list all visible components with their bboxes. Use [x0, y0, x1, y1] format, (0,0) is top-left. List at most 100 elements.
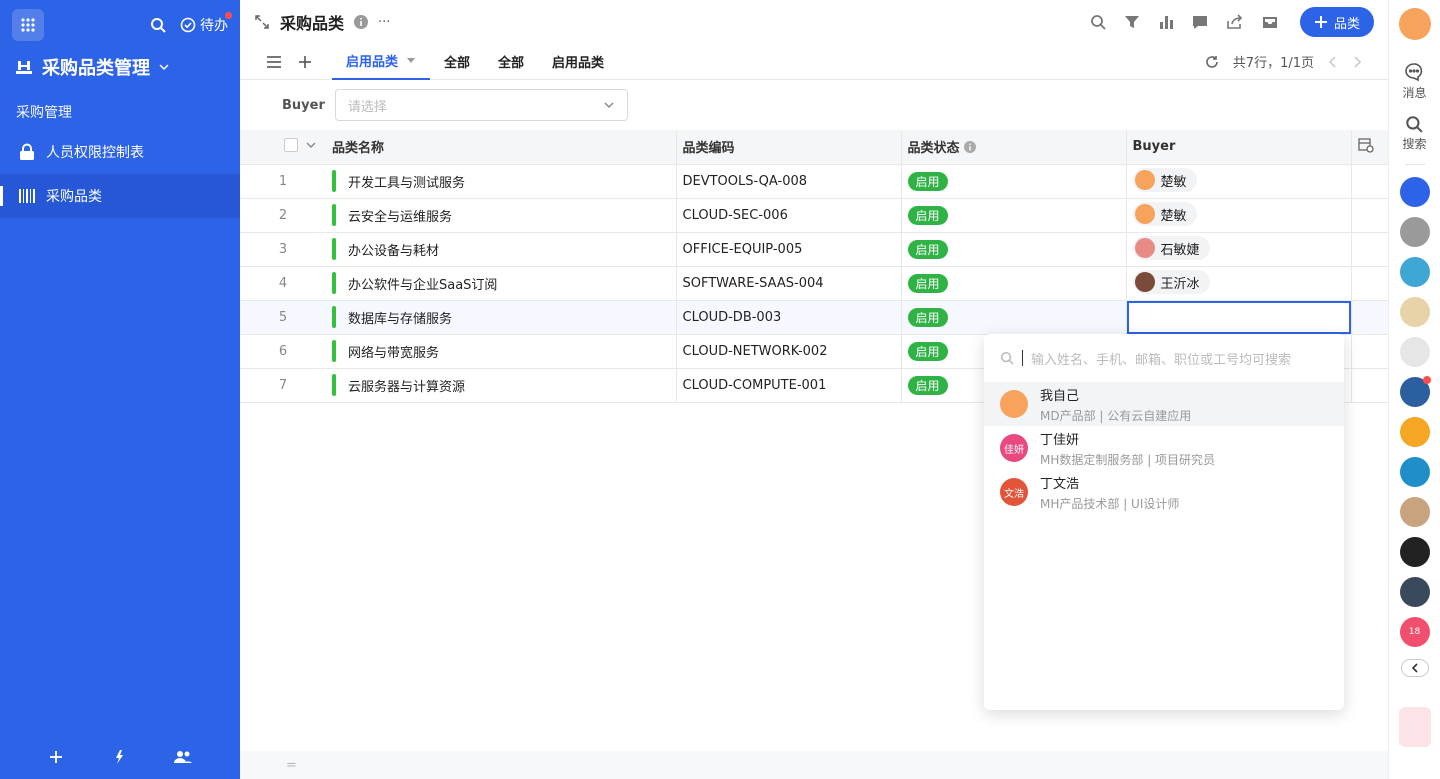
- refresh-icon[interactable]: [1205, 55, 1219, 69]
- tab-enabled-2[interactable]: 启用品类: [538, 44, 618, 80]
- header-buyer[interactable]: Buyer: [1126, 130, 1352, 165]
- rail-app-avatar[interactable]: [1399, 337, 1430, 367]
- table-row[interactable]: 5 数据库与存储服务 CLOUD-DB-003 启用: [240, 300, 1388, 335]
- cell-code[interactable]: SOFTWARE-SAAS-004: [676, 266, 902, 301]
- page-count: 共7行，1/1页: [1232, 56, 1314, 71]
- rail-app-avatar[interactable]: [1399, 297, 1430, 327]
- prev-page-icon[interactable]: [1328, 55, 1338, 68]
- rail-app-calendar[interactable]: 18: [1399, 617, 1430, 647]
- user-tag: 楚敏: [1132, 168, 1197, 192]
- user-option[interactable]: 文浩 丁文浩 MH产品技术部 | UI设计师: [984, 470, 1344, 514]
- cell-code[interactable]: CLOUD-NETWORK-002: [676, 334, 902, 369]
- comment-icon[interactable]: [1192, 14, 1208, 30]
- tab-enabled[interactable]: 启用品类: [332, 44, 431, 80]
- table-row[interactable]: 3 办公设备与耗材 OFFICE-EQUIP-005 启用 石敏婕: [240, 232, 1388, 267]
- cell-code[interactable]: CLOUD-COMPUTE-001: [676, 368, 902, 403]
- rail-app-avatar[interactable]: [1399, 537, 1430, 567]
- column-settings[interactable]: [1351, 130, 1388, 165]
- header-category-name[interactable]: 品类名称: [326, 130, 677, 165]
- table-row[interactable]: 4 办公软件与企业SaaS订阅 SOFTWARE-SAAS-004 启用 王沂冰: [240, 266, 1388, 301]
- user-option-me[interactable]: 我自己 MD产品部 | 公有云自建应用: [984, 382, 1344, 426]
- cell-buyer-editing[interactable]: [1126, 300, 1352, 335]
- inbox-icon[interactable]: [1262, 14, 1278, 30]
- cell-name[interactable]: 办公设备与耗材: [326, 232, 677, 267]
- search-icon[interactable]: [150, 17, 166, 33]
- table-row[interactable]: 2 云安全与运维服务 CLOUD-SEC-006 启用 楚敏: [240, 198, 1388, 233]
- sidebar-item-label: 采购品类: [46, 189, 102, 205]
- search-icon[interactable]: [1090, 14, 1106, 30]
- flamingo-mascot-icon[interactable]: [1398, 707, 1431, 747]
- cell-status[interactable]: 启用: [901, 266, 1127, 301]
- buyer-filter-select[interactable]: 请选择: [334, 89, 628, 121]
- chevron-down-icon[interactable]: [306, 140, 316, 150]
- messages-button[interactable]: 消息: [1402, 62, 1427, 101]
- app-switcher[interactable]: 采购品类管理: [0, 50, 240, 84]
- rail-app-avatar[interactable]: [1399, 257, 1430, 287]
- rail-search-button[interactable]: 搜索: [1402, 115, 1427, 152]
- rail-divider: [1404, 164, 1425, 165]
- info-icon[interactable]: [354, 15, 369, 29]
- column-settings-icon: [1357, 138, 1374, 153]
- cell-name[interactable]: 网络与带宽服务: [326, 334, 677, 369]
- header-category-status[interactable]: 品类状态: [901, 130, 1127, 165]
- cell-name[interactable]: 数据库与存储服务: [326, 300, 677, 335]
- cell-code[interactable]: CLOUD-SEC-006: [676, 198, 902, 233]
- chart-icon[interactable]: [1158, 14, 1174, 30]
- cell-buyer[interactable]: 楚敏: [1126, 164, 1352, 199]
- select-all-header: [240, 130, 326, 165]
- status-badge: 启用: [907, 307, 948, 327]
- cell-name[interactable]: 办公软件与企业SaaS订阅: [326, 266, 677, 301]
- cell-code[interactable]: OFFICE-EQUIP-005: [676, 232, 902, 267]
- row-number: 7: [240, 368, 326, 403]
- cell-status[interactable]: 启用: [901, 232, 1127, 267]
- more-icon[interactable]: ···: [378, 15, 390, 30]
- tab-all-2[interactable]: 全部: [484, 44, 538, 80]
- add-category-button[interactable]: 品类: [1299, 7, 1374, 37]
- tab-all[interactable]: 全部: [430, 44, 484, 80]
- cell-status[interactable]: 启用: [901, 300, 1127, 335]
- cell-name[interactable]: 云服务器与计算资源: [326, 368, 677, 403]
- todo-button[interactable]: 待办: [180, 12, 232, 35]
- header-category-code[interactable]: 品类编码: [676, 130, 902, 165]
- rail-app-lightning[interactable]: [1399, 177, 1430, 207]
- status-badge: 启用: [907, 273, 948, 293]
- rail-app-globe[interactable]: [1399, 376, 1431, 407]
- sidebar-item-permissions[interactable]: 人员权限控制表: [0, 130, 240, 174]
- sidebar-item-categories[interactable]: 采购品类: [0, 174, 240, 218]
- caret-down-icon[interactable]: [406, 57, 416, 65]
- cell-code[interactable]: CLOUD-DB-003: [676, 300, 902, 335]
- menu-icon[interactable]: [266, 55, 282, 69]
- cell-status[interactable]: 启用: [901, 198, 1127, 233]
- cell-buyer[interactable]: 石敏婕: [1126, 232, 1352, 267]
- select-all-checkbox[interactable]: [284, 137, 298, 152]
- collapse-rail-button[interactable]: [1400, 659, 1429, 677]
- magic-wand-icon[interactable]: [111, 749, 127, 765]
- user-option[interactable]: 佳妍 丁佳妍 MH数据定制服务部 | 项目研究员: [984, 426, 1344, 470]
- filter-icon[interactable]: [1124, 14, 1140, 30]
- cell-buyer[interactable]: 王沂冰: [1126, 266, 1352, 301]
- info-icon[interactable]: [964, 141, 977, 154]
- user-search-input[interactable]: 输入姓名、手机、邮箱、职位或工号均可搜索: [984, 334, 1344, 382]
- text-caret: [1022, 350, 1023, 366]
- rail-app-avatar[interactable]: [1399, 577, 1430, 607]
- rail-app-avatar[interactable]: [1399, 217, 1430, 247]
- cell-code[interactable]: DEVTOOLS-QA-008: [676, 164, 902, 199]
- cell-buyer[interactable]: 楚敏: [1126, 198, 1352, 233]
- expand-icon[interactable]: [254, 14, 270, 30]
- cell-name[interactable]: 云安全与运维服务: [326, 198, 677, 233]
- plus-icon[interactable]: [48, 749, 64, 765]
- current-user-avatar[interactable]: [1398, 8, 1431, 40]
- table-row[interactable]: 1 开发工具与测试服务 DEVTOOLS-QA-008 启用 楚敏: [240, 164, 1388, 199]
- rail-app-avatar[interactable]: [1399, 457, 1430, 487]
- cell-name[interactable]: 开发工具与测试服务: [326, 164, 677, 199]
- users-icon[interactable]: [174, 749, 193, 765]
- row-color-bar: [332, 340, 336, 362]
- add-view-icon[interactable]: [298, 55, 312, 69]
- cell-status[interactable]: 启用: [901, 164, 1127, 199]
- rail-app-grid[interactable]: [1399, 417, 1430, 447]
- option-name: 丁佳妍: [1040, 432, 1080, 448]
- next-page-icon[interactable]: [1352, 55, 1362, 68]
- rail-app-avatar[interactable]: [1399, 497, 1430, 527]
- apps-grid-button[interactable]: [12, 9, 44, 41]
- share-icon[interactable]: [1226, 14, 1244, 30]
